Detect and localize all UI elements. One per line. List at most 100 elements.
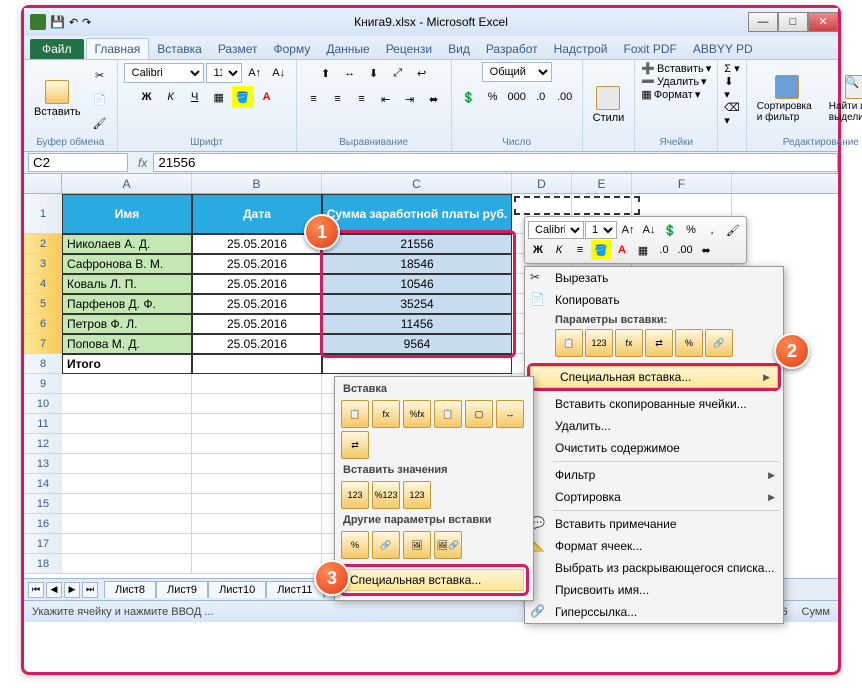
sub-paste-fx-icon[interactable]: fx bbox=[372, 400, 400, 428]
cell[interactable] bbox=[62, 394, 192, 414]
row-header-17[interactable]: 17 bbox=[24, 534, 62, 554]
tab-foxit[interactable]: Foxit PDF bbox=[616, 39, 685, 59]
sub-paste-keep-icon[interactable]: 📋 bbox=[434, 400, 462, 428]
tab-formulas[interactable]: Форму bbox=[265, 39, 318, 59]
cell-date[interactable]: 25.05.2016 bbox=[192, 234, 322, 254]
increase-font-icon[interactable]: A↑ bbox=[244, 62, 266, 84]
tab-layout[interactable]: Размет bbox=[210, 39, 266, 59]
minimize-button[interactable]: — bbox=[748, 12, 778, 32]
cell[interactable] bbox=[192, 354, 322, 374]
sheet-prev-icon[interactable]: ◀ bbox=[46, 582, 62, 598]
orientation-icon[interactable]: ⤢ bbox=[387, 62, 409, 84]
fill-color-icon[interactable]: 🪣 bbox=[232, 86, 254, 108]
cell[interactable] bbox=[62, 554, 192, 574]
submenu-paste-special-item[interactable]: Специальная вставка... bbox=[344, 569, 524, 591]
bold-icon[interactable]: Ж bbox=[136, 86, 158, 108]
currency-icon[interactable]: 💲 bbox=[458, 86, 480, 108]
cell[interactable] bbox=[192, 434, 322, 454]
row-header-7[interactable]: 7 bbox=[24, 334, 62, 354]
cell[interactable] bbox=[192, 414, 322, 434]
row-header-3[interactable]: 3 bbox=[24, 254, 62, 274]
sheet-tab[interactable]: Лист9 bbox=[156, 581, 208, 598]
cell[interactable] bbox=[62, 534, 192, 554]
cell-date[interactable]: 25.05.2016 bbox=[192, 294, 322, 314]
cell[interactable] bbox=[62, 474, 192, 494]
ctx-sort[interactable]: Сортировка▶ bbox=[525, 486, 783, 508]
ctx-paste-special[interactable]: Специальная вставка...▶ bbox=[530, 366, 778, 388]
ctx-comment[interactable]: 💬Вставить примечание bbox=[525, 513, 783, 535]
tab-view[interactable]: Вид bbox=[440, 39, 478, 59]
tab-insert[interactable]: Вставка bbox=[149, 39, 210, 59]
cell[interactable] bbox=[192, 394, 322, 414]
cell-date[interactable]: 25.05.2016 bbox=[192, 314, 322, 334]
mini-size-select[interactable]: 11 bbox=[585, 221, 617, 239]
mini-decdec-icon[interactable]: .00 bbox=[675, 240, 695, 260]
styles-button[interactable]: Стили bbox=[589, 84, 629, 126]
name-box[interactable] bbox=[28, 153, 128, 172]
ctx-dropdown[interactable]: Выбрать из раскрывающегося списка... bbox=[525, 557, 783, 579]
cell-name[interactable]: Николаев А. Д. bbox=[62, 234, 192, 254]
cell-sum[interactable]: 18546 bbox=[322, 254, 512, 274]
sub-paste-fxnum-icon[interactable]: %fx bbox=[403, 400, 431, 428]
italic-icon[interactable]: К bbox=[160, 86, 182, 108]
cell-name[interactable]: Коваль Л. П. bbox=[62, 274, 192, 294]
tab-data[interactable]: Данные bbox=[318, 39, 377, 59]
sheet-tab[interactable]: Лист10 bbox=[208, 581, 266, 598]
mini-shrink-icon[interactable]: A↓ bbox=[639, 220, 659, 240]
mini-merge-icon[interactable]: ⬌ bbox=[696, 240, 716, 260]
ctx-cut[interactable]: ✂Вырезать bbox=[525, 267, 783, 289]
ctx-hyperlink[interactable]: 🔗Гиперссылка... bbox=[525, 601, 783, 623]
paste-values-icon[interactable]: 123 bbox=[585, 329, 613, 357]
cell[interactable] bbox=[192, 534, 322, 554]
ctx-delete[interactable]: Удалить... bbox=[525, 415, 783, 437]
format-cells-button[interactable]: ▦ Формат ▾ bbox=[641, 88, 700, 101]
row-header-4[interactable]: 4 bbox=[24, 274, 62, 294]
dec-decimal-icon[interactable]: .00 bbox=[554, 86, 576, 108]
cell[interactable] bbox=[62, 494, 192, 514]
cell-name[interactable]: Парфенов Д. Ф. bbox=[62, 294, 192, 314]
cell[interactable] bbox=[192, 474, 322, 494]
mini-comma-icon[interactable]: , bbox=[702, 220, 722, 240]
paste-formulas-icon[interactable]: fx bbox=[615, 329, 643, 357]
mini-font-select[interactable]: Calibri bbox=[528, 221, 584, 239]
tab-review[interactable]: Рецензи bbox=[378, 39, 440, 59]
paste-button[interactable]: Вставить bbox=[30, 78, 85, 120]
close-button[interactable]: ✕ bbox=[808, 12, 838, 32]
cell-sum[interactable]: 11456 bbox=[322, 314, 512, 334]
autosum-icon[interactable]: Σ ▾ bbox=[724, 62, 739, 75]
cell-date[interactable]: 25.05.2016 bbox=[192, 274, 322, 294]
mini-format-painter-icon[interactable]: 🖌 bbox=[723, 220, 743, 240]
row-header-2[interactable]: 2 bbox=[24, 234, 62, 254]
cut-icon[interactable]: ✂ bbox=[89, 64, 111, 86]
cell-name[interactable]: Попова М. Д. bbox=[62, 334, 192, 354]
qat-redo-icon[interactable]: ↷ bbox=[82, 16, 91, 29]
row-header-8[interactable]: 8 bbox=[24, 354, 62, 374]
copy-icon[interactable]: 📄 bbox=[89, 88, 111, 110]
ctx-name[interactable]: Присвоить имя... bbox=[525, 579, 783, 601]
mini-fill-icon[interactable]: 🪣 bbox=[591, 240, 611, 260]
row-header-16[interactable]: 16 bbox=[24, 514, 62, 534]
maximize-button[interactable]: □ bbox=[778, 12, 808, 32]
mini-grow-icon[interactable]: A↑ bbox=[618, 220, 638, 240]
ctx-format-cells[interactable]: 📐Формат ячеек... bbox=[525, 535, 783, 557]
cell[interactable] bbox=[322, 354, 512, 374]
percent-icon[interactable]: % bbox=[482, 86, 504, 108]
font-name-select[interactable]: Calibri bbox=[124, 63, 204, 83]
paste-transpose-icon[interactable]: ⇄ bbox=[645, 329, 673, 357]
cell-name[interactable]: Петров Ф. Л. bbox=[62, 314, 192, 334]
sheet-last-icon[interactable]: ⏭ bbox=[82, 582, 98, 598]
sub-values-icon[interactable]: 123 bbox=[341, 481, 369, 509]
row-header-5[interactable]: 5 bbox=[24, 294, 62, 314]
cell-sum[interactable]: 9564 bbox=[322, 334, 512, 354]
cell-sum[interactable]: 35254 bbox=[322, 294, 512, 314]
formula-bar[interactable] bbox=[153, 153, 838, 172]
col-header-d[interactable]: D bbox=[512, 174, 572, 193]
row-header-9[interactable]: 9 bbox=[24, 374, 62, 394]
paste-link-icon[interactable]: 🔗 bbox=[705, 329, 733, 357]
sub-values-num-icon[interactable]: %123 bbox=[372, 481, 400, 509]
cell-name[interactable]: Сафронова В. М. bbox=[62, 254, 192, 274]
cell-date[interactable]: 25.05.2016 bbox=[192, 254, 322, 274]
clear-icon[interactable]: ⌫ ▾ bbox=[724, 101, 740, 127]
fx-icon[interactable]: fx bbox=[132, 156, 153, 170]
row-header-13[interactable]: 13 bbox=[24, 454, 62, 474]
